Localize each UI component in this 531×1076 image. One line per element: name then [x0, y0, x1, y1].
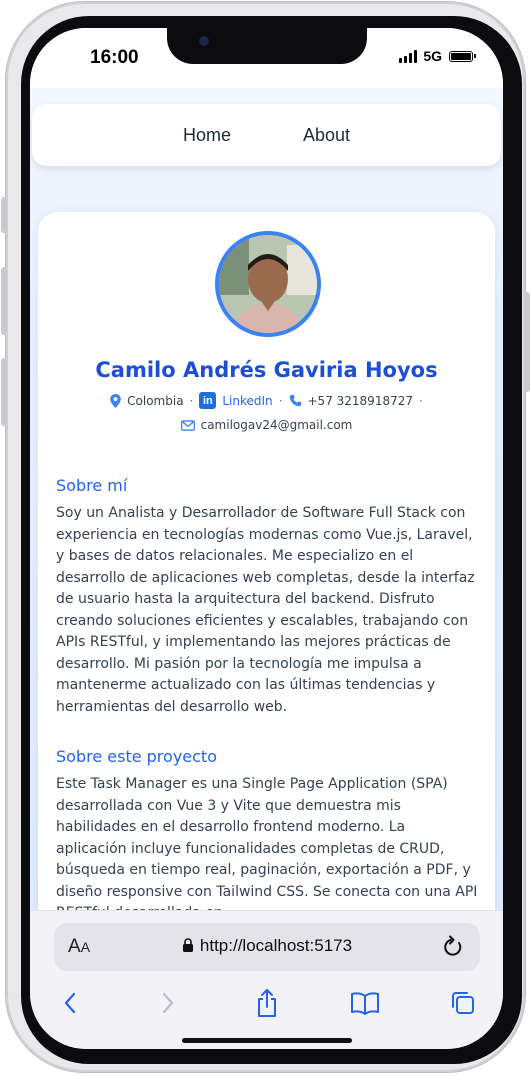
- separator: ·: [189, 393, 194, 408]
- home-indicator[interactable]: [182, 1038, 352, 1043]
- url-text: http://localhost:5173: [199, 936, 353, 955]
- phone-screen: 16:00 5G Home About Camilo Andrés Gaviri…: [30, 28, 503, 1049]
- phone-icon: [289, 394, 301, 407]
- dynamic-island: [167, 28, 367, 64]
- power-button: [524, 292, 530, 392]
- back-button[interactable]: [54, 987, 86, 1019]
- about-project-body: Este Task Manager es una Single Page App…: [56, 776, 478, 921]
- about-me-title: Sobre mí: [56, 476, 128, 495]
- linkedin-icon: in: [199, 392, 217, 409]
- avatar: [215, 231, 321, 337]
- about-project-title: Sobre este proyecto: [56, 747, 217, 766]
- address-bar[interactable]: AA http://localhost:5173: [54, 923, 480, 971]
- profile-card: Camilo Andrés Gaviria Hoyos Colombia · i…: [38, 212, 495, 972]
- map-pin-icon: [110, 393, 121, 408]
- network-type: 5G: [423, 48, 442, 64]
- location-text: Colombia: [127, 393, 184, 408]
- phone-text[interactable]: +57 3218918727: [308, 394, 414, 408]
- url-display[interactable]: http://localhost:5173: [54, 936, 480, 956]
- book-icon: [350, 992, 379, 1015]
- bookmarks-button[interactable]: [349, 987, 381, 1019]
- forward-button[interactable]: [152, 987, 184, 1019]
- about-me-body: Soy un Analista y Desarrollador de Softw…: [56, 505, 475, 715]
- separator: ·: [278, 393, 283, 408]
- tabs-button[interactable]: [447, 987, 479, 1019]
- contact-row-email: camilogav24@gmail.com: [38, 418, 495, 432]
- lock-icon: [182, 938, 193, 952]
- battery-icon: [449, 50, 476, 62]
- separator: ·: [419, 393, 423, 408]
- share-button[interactable]: [251, 987, 283, 1019]
- status-indicators: 5G: [399, 48, 476, 64]
- volume-down-button: [1, 358, 7, 426]
- nav-about-link[interactable]: About: [303, 125, 350, 146]
- signal-icon: [399, 49, 418, 63]
- forward-chevron-icon: [163, 992, 174, 1014]
- back-chevron-icon: [64, 992, 76, 1014]
- nav-home-link[interactable]: Home: [183, 125, 231, 146]
- share-icon: [257, 989, 276, 1017]
- avatar-photo: [219, 235, 317, 333]
- status-bar: 16:00 5G: [30, 28, 503, 88]
- email-text[interactable]: camilogav24@gmail.com: [201, 418, 353, 432]
- volume-up-button: [1, 267, 7, 335]
- camera-icon: [199, 36, 209, 46]
- tabs-icon: [452, 992, 474, 1014]
- browser-nav-bar: [30, 983, 503, 1023]
- top-nav: Home About: [32, 104, 501, 166]
- mail-icon: [180, 419, 195, 431]
- action-button: [1, 197, 7, 233]
- linkedin-link[interactable]: LinkedIn: [222, 394, 272, 408]
- status-time: 16:00: [90, 47, 139, 68]
- safari-toolbar: AA http://localhost:5173: [30, 910, 503, 1049]
- contact-row: Colombia · in LinkedIn · +57 3218918727 …: [38, 392, 495, 409]
- profile-name: Camilo Andrés Gaviria Hoyos: [95, 358, 438, 382]
- reload-icon[interactable]: [442, 935, 464, 959]
